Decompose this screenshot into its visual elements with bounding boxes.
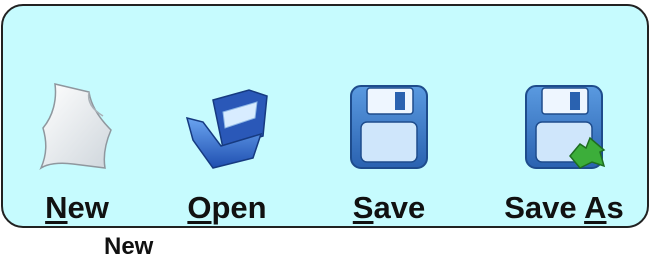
toolbar: New Open Save Save As [1,4,649,228]
save-disk-icon [345,78,433,174]
open-button[interactable]: Open [169,72,285,230]
open-button-label: Open [187,190,267,225]
open-folder-icon [183,78,271,174]
new-button[interactable]: New [19,72,135,230]
save-as-disk-icon [520,78,608,174]
tooltip: New [104,233,154,260]
save-as-button[interactable]: Save As [489,72,639,230]
new-button-label: New [45,190,109,225]
save-as-button-label: Save As [504,190,624,225]
save-button[interactable]: Save [331,72,447,230]
save-button-label: Save [352,190,426,225]
new-document-icon [33,78,121,174]
